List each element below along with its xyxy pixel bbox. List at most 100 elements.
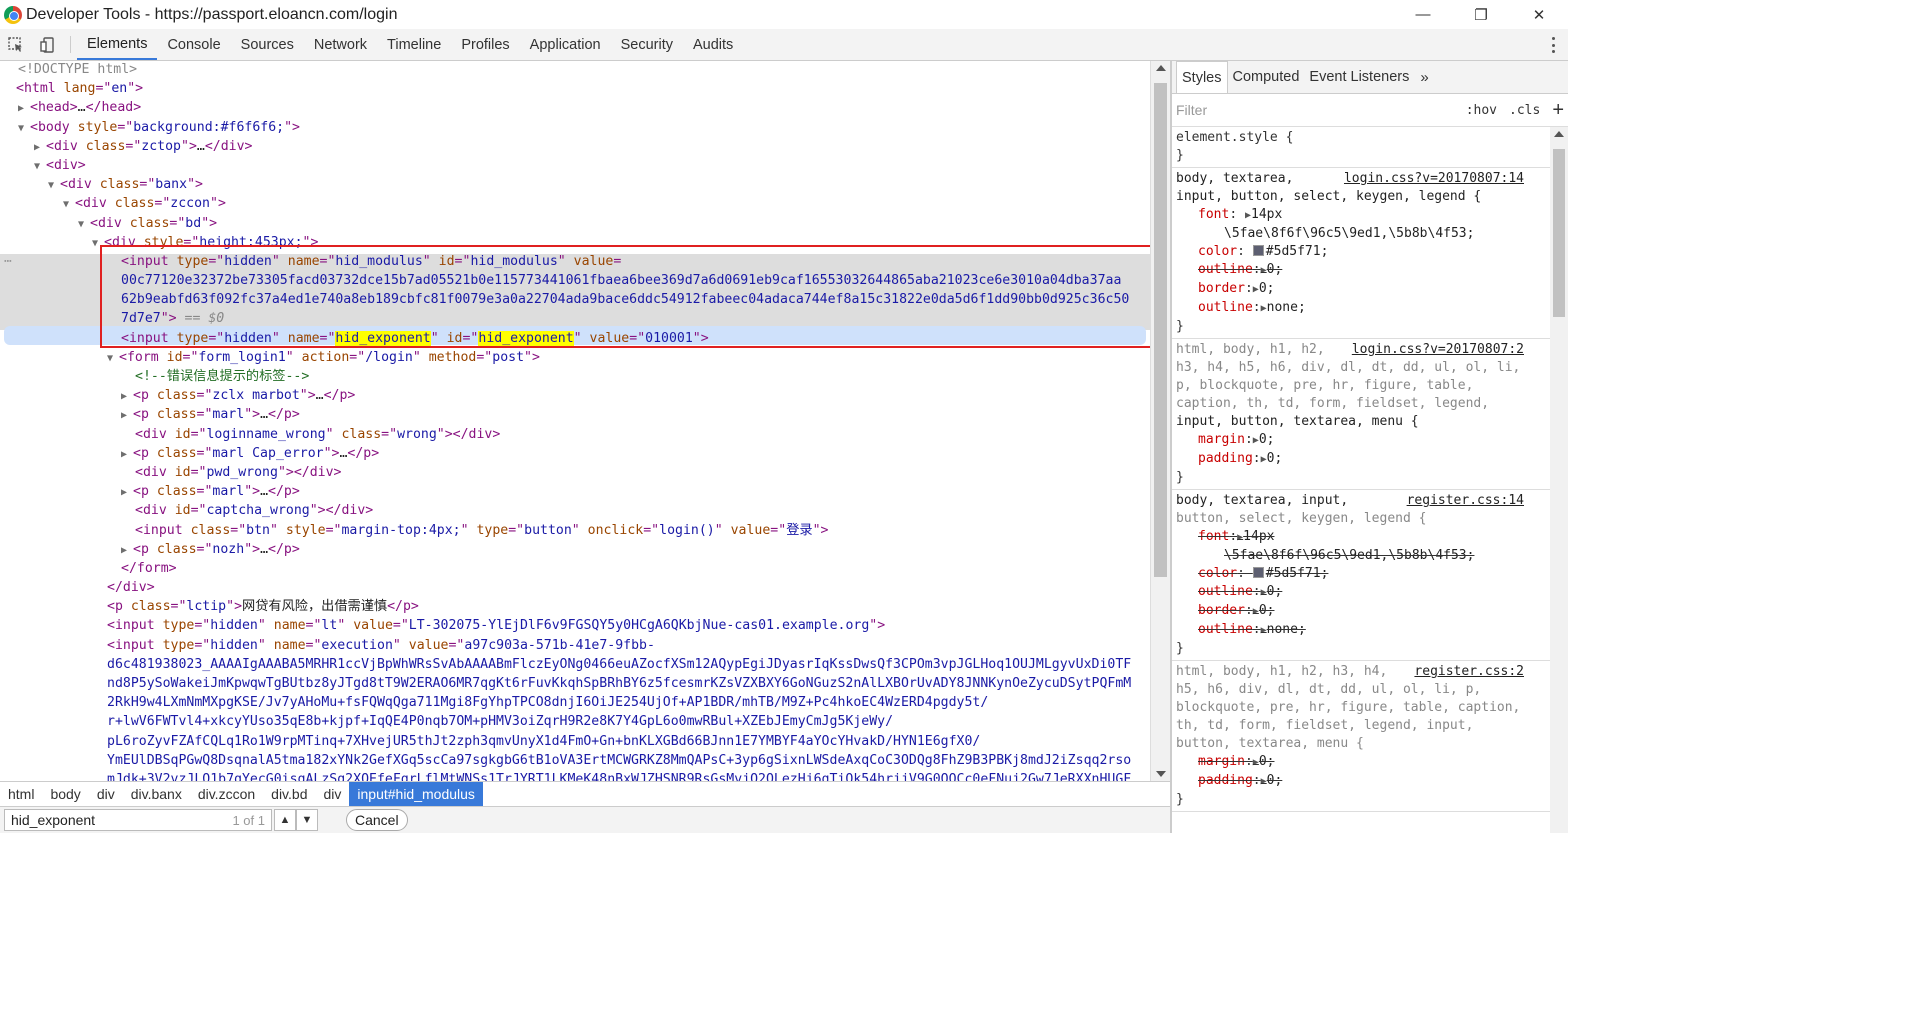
tab-timeline[interactable]: Timeline <box>377 29 451 60</box>
rule-selector[interactable]: body, textarea, input, register.css:14 <box>1176 492 1546 510</box>
rule-selector[interactable]: h3, h4, h5, h6, div, dl, dt, dd, ul, ol,… <box>1176 359 1546 377</box>
device-mode-icon[interactable] <box>32 29 64 60</box>
tab-sources[interactable]: Sources <box>231 29 304 60</box>
scroll-up-arrow-icon[interactable] <box>1554 131 1564 137</box>
rule-selector[interactable]: th, td, form, fieldset, legend, input, <box>1176 717 1546 735</box>
dom-node-input-lt[interactable]: <input type="hidden" name="lt" value="LT… <box>0 616 1150 635</box>
rule-selector[interactable]: body, textarea, login.css?v=20170807:14 <box>1176 170 1546 188</box>
style-property[interactable]: color: #5d5f71; <box>1176 243 1546 261</box>
tab-event-listeners[interactable]: Event Listeners <box>1304 61 1414 93</box>
doctype-line[interactable]: <!DOCTYPE html> <box>0 61 1150 79</box>
search-previous-button[interactable]: ▲ <box>274 809 296 831</box>
tab-security[interactable]: Security <box>611 29 683 60</box>
minimize-button[interactable]: — <box>1394 0 1452 29</box>
tab-elements[interactable]: Elements <box>77 29 158 60</box>
dom-node-body[interactable]: ▼ <body style="background:#f6f6f6;"> <box>0 118 1150 137</box>
tab-console[interactable]: Console <box>157 29 230 60</box>
styles-scrollbar[interactable] <box>1550 127 1568 833</box>
scroll-up-arrow-icon[interactable] <box>1156 65 1166 71</box>
maximize-button[interactable]: ❐ <box>1452 0 1510 29</box>
dom-node-div-bd[interactable]: ▼ <div class="bd"> <box>0 214 1150 233</box>
dom-node-form-close[interactable]: </form> <box>0 559 1150 578</box>
dom-node-div-pwd-wrong[interactable]: <div id="pwd_wrong"></div> <box>0 463 1150 482</box>
style-property-overridden[interactable]: margin:▶0; <box>1176 753 1546 772</box>
rule-source-link[interactable]: login.css?v=20170807:2 <box>1352 341 1524 359</box>
rule-selector[interactable]: html, body, h1, h2, h3, h4, register.css:… <box>1176 663 1546 681</box>
scroll-down-arrow-icon[interactable] <box>1156 771 1166 777</box>
breadcrumb-item[interactable]: div <box>89 782 123 806</box>
tab-styles[interactable]: Styles <box>1176 61 1228 93</box>
dom-node-p-lctip[interactable]: <p class="lctip">网贷有风险，出借需谨慎</p> <box>0 597 1150 616</box>
styles-filter-input[interactable]: Filter <box>1176 102 1454 118</box>
dom-node-p-zclx[interactable]: ▶ <p class="zclx marbot">…</p> <box>0 386 1150 405</box>
dom-node-p-cap-error[interactable]: ▶ <p class="marl Cap_error">…</p> <box>0 444 1150 463</box>
dom-node-div-loginname-wrong[interactable]: <div id="loginname_wrong" class="wrong">… <box>0 425 1150 444</box>
close-button[interactable]: ✕ <box>1510 0 1568 29</box>
scrollbar-thumb[interactable] <box>1154 83 1167 577</box>
elements-scrollbar[interactable] <box>1150 61 1170 781</box>
rule-selector[interactable]: button, textarea, menu { <box>1176 735 1546 753</box>
color-swatch[interactable] <box>1252 567 1264 578</box>
style-property-overridden[interactable]: outline:▶none; <box>1176 621 1546 640</box>
style-property-overridden[interactable]: border:▶0; <box>1176 602 1546 621</box>
dom-node-html[interactable]: <html lang="en"> <box>0 79 1150 98</box>
breadcrumb-item[interactable]: div <box>315 782 349 806</box>
add-rule-icon[interactable]: + <box>1552 99 1564 122</box>
rule-selector[interactable]: html, body, h1, h2, login.css?v=20170807:… <box>1176 341 1546 359</box>
dom-node-form[interactable]: ▼ <form id="form_login1" action="/login" … <box>0 348 1150 367</box>
rule-selector[interactable]: h5, h6, div, dl, dt, dd, ul, ol, li, p, <box>1176 681 1546 699</box>
dom-node-div[interactable]: ▼ <div> <box>0 156 1150 175</box>
rule-source-link[interactable]: login.css?v=20170807:14 <box>1344 170 1524 188</box>
rule-selector[interactable]: blockquote, pre, hr, figure, table, capt… <box>1176 699 1546 717</box>
dom-node-p-marl[interactable]: ▶ <p class="marl">…</p> <box>0 405 1150 424</box>
rule-selector[interactable]: input, button, select, keygen, legend { <box>1176 188 1546 206</box>
style-property-overridden[interactable]: color: #5d5f71; <box>1176 565 1546 583</box>
tab-profiles[interactable]: Profiles <box>451 29 519 60</box>
dom-node-div-height[interactable]: ▼ <div style="height:453px;"> <box>0 233 1150 252</box>
dom-node-div-captcha-wrong[interactable]: <div id="captcha_wrong"></div> <box>0 501 1150 520</box>
tab-audits[interactable]: Audits <box>683 29 743 60</box>
rule-selector[interactable]: element.style { <box>1176 129 1546 147</box>
style-property-overridden[interactable]: font:▶14px <box>1176 528 1546 547</box>
breadcrumb-item[interactable]: html <box>0 782 42 806</box>
dom-node-head[interactable]: ▶ <head>…</head> <box>0 98 1150 117</box>
rule-selector[interactable]: p, blockquote, pre, hr, figure, table, <box>1176 377 1546 395</box>
tab-computed[interactable]: Computed <box>1228 61 1305 93</box>
dom-node-div-zctop[interactable]: ▶ <div class="zctop">…</div> <box>0 137 1150 156</box>
dom-node-input-hid-modulus[interactable]: <input type="hidden" name="hid_modulus" … <box>0 252 1150 271</box>
style-property[interactable]: outline:▶none; <box>1176 299 1546 318</box>
style-property[interactable]: padding:▶0; <box>1176 450 1546 469</box>
rule-selector[interactable]: button, select, keygen, legend { <box>1176 510 1546 528</box>
dom-node-p-nozh[interactable]: ▶ <p class="nozh">…</p> <box>0 540 1150 559</box>
rule-selector[interactable]: caption, th, td, form, fieldset, legend, <box>1176 395 1546 413</box>
style-property-overridden[interactable]: outline:▶0; <box>1176 261 1546 280</box>
inspect-element-icon[interactable] <box>0 29 32 60</box>
style-property[interactable]: margin:▶0; <box>1176 431 1546 450</box>
class-toggle[interactable]: .cls <box>1509 103 1540 118</box>
style-property-overridden[interactable]: outline:▶0; <box>1176 583 1546 602</box>
hover-state-toggle[interactable]: :hov <box>1466 103 1497 118</box>
tab-network[interactable]: Network <box>304 29 377 60</box>
more-options-icon[interactable] <box>1548 35 1558 55</box>
breadcrumb-item[interactable]: body <box>42 782 88 806</box>
more-tabs-icon[interactable]: » <box>1414 61 1434 93</box>
breadcrumb-item-active[interactable]: input#hid_modulus <box>349 782 483 806</box>
breadcrumb-item[interactable]: div.banx <box>123 782 190 806</box>
breadcrumb-item[interactable]: div.zccon <box>190 782 263 806</box>
rule-source-link[interactable]: register.css:14 <box>1407 492 1524 510</box>
rule-source-link[interactable]: register.css:2 <box>1414 663 1524 681</box>
dom-comment[interactable]: <!--错误信息提示的标签--> <box>0 367 1150 386</box>
cancel-button[interactable]: Cancel <box>346 809 408 831</box>
dom-node-input-hid-exponent[interactable]: <input type="hidden" name="hid_exponent"… <box>0 329 1150 348</box>
dom-node-div-banx[interactable]: ▼ <div class="banx"> <box>0 175 1150 194</box>
dom-node-input-btn[interactable]: <input class="btn" style="margin-top:4px… <box>0 521 1150 540</box>
dom-node-div-close[interactable]: </div> <box>0 578 1150 597</box>
breadcrumb-item[interactable]: div.bd <box>263 782 315 806</box>
search-input[interactable]: hid_exponent 1 of 1 <box>4 809 272 831</box>
style-property[interactable]: font: ▶14px <box>1176 206 1546 225</box>
rule-selector[interactable]: input, button, textarea, menu { <box>1176 413 1546 431</box>
dom-node-input-execution[interactable]: <input type="hidden" name="execution" va… <box>0 636 1150 655</box>
search-next-button[interactable]: ▼ <box>296 809 318 831</box>
style-property-overridden[interactable]: padding:▶0; <box>1176 772 1546 791</box>
tab-application[interactable]: Application <box>520 29 611 60</box>
